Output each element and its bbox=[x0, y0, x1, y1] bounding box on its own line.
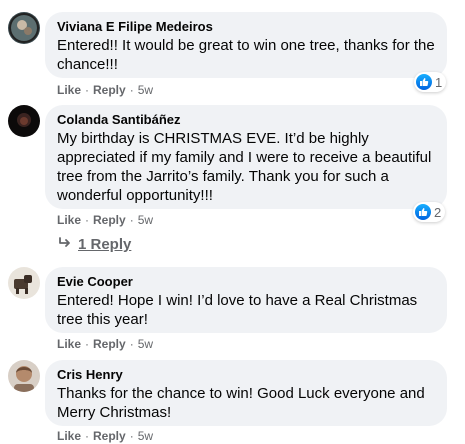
separator: · bbox=[85, 83, 90, 97]
like-link[interactable]: Like bbox=[57, 429, 81, 443]
avatar[interactable] bbox=[8, 12, 40, 44]
reply-link[interactable]: Reply bbox=[93, 213, 126, 227]
like-link[interactable]: Like bbox=[57, 83, 81, 97]
comment-text: Thanks for the chance to win! Good Luck … bbox=[57, 385, 425, 421]
timestamp[interactable]: 5w bbox=[138, 213, 153, 227]
comment-text: Entered!! It would be great to win one t… bbox=[57, 37, 435, 73]
comment-actions: Like · Reply · 5w bbox=[57, 82, 153, 98]
view-replies-label[interactable]: 1 Reply bbox=[78, 236, 131, 253]
separator: · bbox=[129, 429, 134, 443]
timestamp[interactable]: 5w bbox=[138, 83, 153, 97]
timestamp[interactable]: 5w bbox=[138, 337, 153, 351]
reply-link[interactable]: Reply bbox=[93, 83, 126, 97]
comment-author[interactable]: Colanda Santibáñez bbox=[57, 112, 435, 128]
separator: · bbox=[129, 83, 134, 97]
view-replies-link[interactable]: 1 Reply bbox=[58, 236, 131, 253]
reaction-count-value: 2 bbox=[434, 204, 442, 220]
comment-text: My birthday is CHRISTMAS EVE. It’d be hi… bbox=[57, 130, 432, 204]
comment-bubble: Viviana E Filipe Medeiros Entered!! It w… bbox=[45, 12, 447, 78]
comment-actions: Like · Reply · 5w bbox=[57, 428, 153, 444]
avatar[interactable] bbox=[8, 267, 40, 299]
like-link[interactable]: Like bbox=[57, 337, 81, 351]
separator: · bbox=[129, 213, 134, 227]
reaction-count[interactable]: 1 bbox=[414, 72, 447, 92]
reply-link[interactable]: Reply bbox=[93, 429, 126, 443]
reaction-count[interactable]: 2 bbox=[413, 202, 446, 222]
comment-actions: Like · Reply · 5w bbox=[57, 336, 153, 352]
separator: · bbox=[129, 337, 134, 351]
comment-bubble: Evie Cooper Entered! Hope I win! I’d lov… bbox=[45, 267, 447, 333]
like-link[interactable]: Like bbox=[57, 213, 81, 227]
comment-author[interactable]: Evie Cooper bbox=[57, 274, 435, 290]
comment-author[interactable]: Viviana E Filipe Medeiros bbox=[57, 19, 435, 35]
comment-author[interactable]: Cris Henry bbox=[57, 367, 435, 383]
separator: · bbox=[85, 337, 90, 351]
reply-link[interactable]: Reply bbox=[93, 337, 126, 351]
comment-actions: Like · Reply · 5w bbox=[57, 212, 153, 228]
separator: · bbox=[85, 213, 90, 227]
thumbs-up-icon bbox=[415, 204, 431, 220]
separator: · bbox=[85, 429, 90, 443]
timestamp[interactable]: 5w bbox=[138, 429, 153, 443]
avatar[interactable] bbox=[8, 360, 40, 392]
comment-bubble: Colanda Santibáñez My birthday is CHRIST… bbox=[45, 105, 447, 209]
avatar[interactable] bbox=[8, 105, 40, 137]
reaction-count-value: 1 bbox=[435, 74, 443, 90]
reply-arrow-icon bbox=[58, 236, 72, 253]
comment-text: Entered! Hope I win! I’d love to have a … bbox=[57, 292, 418, 328]
comment-bubble: Cris Henry Thanks for the chance to win!… bbox=[45, 360, 447, 426]
thumbs-up-icon bbox=[416, 74, 432, 90]
